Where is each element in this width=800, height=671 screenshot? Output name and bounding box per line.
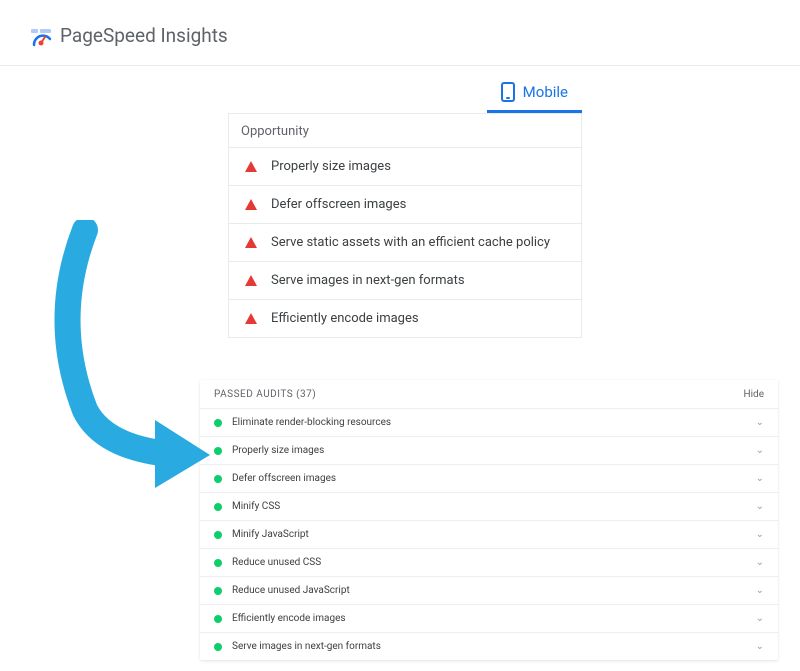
warning-triangle-icon <box>245 275 257 286</box>
opportunity-item-label: Serve images in next-gen formats <box>271 273 465 288</box>
chevron-down-icon: ⌄ <box>756 557 764 568</box>
opportunity-item-label: Defer offscreen images <box>271 197 406 212</box>
pass-dot-icon <box>214 587 222 595</box>
warning-triangle-icon <box>245 161 257 172</box>
curved-arrow-icon <box>25 220 225 490</box>
pass-dot-icon <box>214 531 222 539</box>
pass-dot-icon <box>214 559 222 567</box>
passed-audit-item[interactable]: Reduce unused JavaScript ⌄ <box>200 576 778 604</box>
passed-audit-item[interactable]: Eliminate render-blocking resources ⌄ <box>200 408 778 436</box>
passed-item-label: Eliminate render-blocking resources <box>232 417 746 428</box>
passed-item-label: Reduce unused JavaScript <box>232 585 746 596</box>
chevron-down-icon: ⌄ <box>756 585 764 596</box>
warning-triangle-icon <box>245 313 257 324</box>
passed-item-label: Minify JavaScript <box>232 529 746 540</box>
passed-audit-item[interactable]: Efficiently encode images ⌄ <box>200 604 778 632</box>
chevron-down-icon: ⌄ <box>756 445 764 456</box>
mobile-icon <box>501 82 515 102</box>
passed-item-label: Serve images in next-gen formats <box>232 641 746 652</box>
chevron-down-icon: ⌄ <box>756 501 764 512</box>
opportunity-item[interactable]: Defer offscreen images <box>229 185 581 223</box>
opportunity-item[interactable]: Serve images in next-gen formats <box>229 261 581 299</box>
passed-audits-title: PASSED AUDITS (37) <box>214 389 316 400</box>
warning-triangle-icon <box>245 199 257 210</box>
opportunity-item[interactable]: Serve static assets with an efficient ca… <box>229 223 581 261</box>
app-title: PageSpeed Insights <box>60 24 228 47</box>
tab-mobile-label: Mobile <box>523 83 568 101</box>
passed-item-label: Efficiently encode images <box>232 613 746 624</box>
pass-dot-icon <box>214 615 222 623</box>
passed-item-label: Defer offscreen images <box>232 473 746 484</box>
opportunity-item-label: Efficiently encode images <box>271 311 419 326</box>
passed-audits-header: PASSED AUDITS (37) Hide <box>200 380 778 408</box>
chevron-down-icon: ⌄ <box>756 613 764 624</box>
pass-dot-icon <box>214 643 222 651</box>
passed-audit-item[interactable]: Minify CSS ⌄ <box>200 492 778 520</box>
opportunity-label: Opportunity <box>229 113 581 147</box>
passed-audits-section: PASSED AUDITS (37) Hide Eliminate render… <box>200 380 778 660</box>
tab-mobile[interactable]: Mobile <box>487 76 582 113</box>
passed-audit-item[interactable]: Reduce unused CSS ⌄ <box>200 548 778 576</box>
chevron-down-icon: ⌄ <box>756 417 764 428</box>
pagespeed-logo-icon <box>30 25 52 47</box>
pass-dot-icon <box>214 503 222 511</box>
warning-triangle-icon <box>245 237 257 248</box>
chevron-down-icon: ⌄ <box>756 529 764 540</box>
passed-audit-item[interactable]: Serve images in next-gen formats ⌄ <box>200 632 778 660</box>
chevron-down-icon: ⌄ <box>756 473 764 484</box>
chevron-down-icon: ⌄ <box>756 641 764 652</box>
opportunity-item-label: Serve static assets with an efficient ca… <box>271 235 550 250</box>
passed-item-label: Minify CSS <box>232 501 746 512</box>
opportunity-section: Opportunity Properly size images Defer o… <box>228 113 582 338</box>
passed-item-label: Properly size images <box>232 445 746 456</box>
hide-button[interactable]: Hide <box>743 389 764 400</box>
app-header: PageSpeed Insights <box>0 0 800 66</box>
tab-bar: Mobile <box>0 66 800 113</box>
opportunity-item[interactable]: Efficiently encode images <box>229 299 581 337</box>
passed-item-label: Reduce unused CSS <box>232 557 746 568</box>
opportunity-item-label: Properly size images <box>271 159 391 174</box>
opportunity-item[interactable]: Properly size images <box>229 147 581 185</box>
passed-audit-item[interactable]: Minify JavaScript ⌄ <box>200 520 778 548</box>
passed-audit-item[interactable]: Properly size images ⌄ <box>200 436 778 464</box>
passed-audit-item[interactable]: Defer offscreen images ⌄ <box>200 464 778 492</box>
